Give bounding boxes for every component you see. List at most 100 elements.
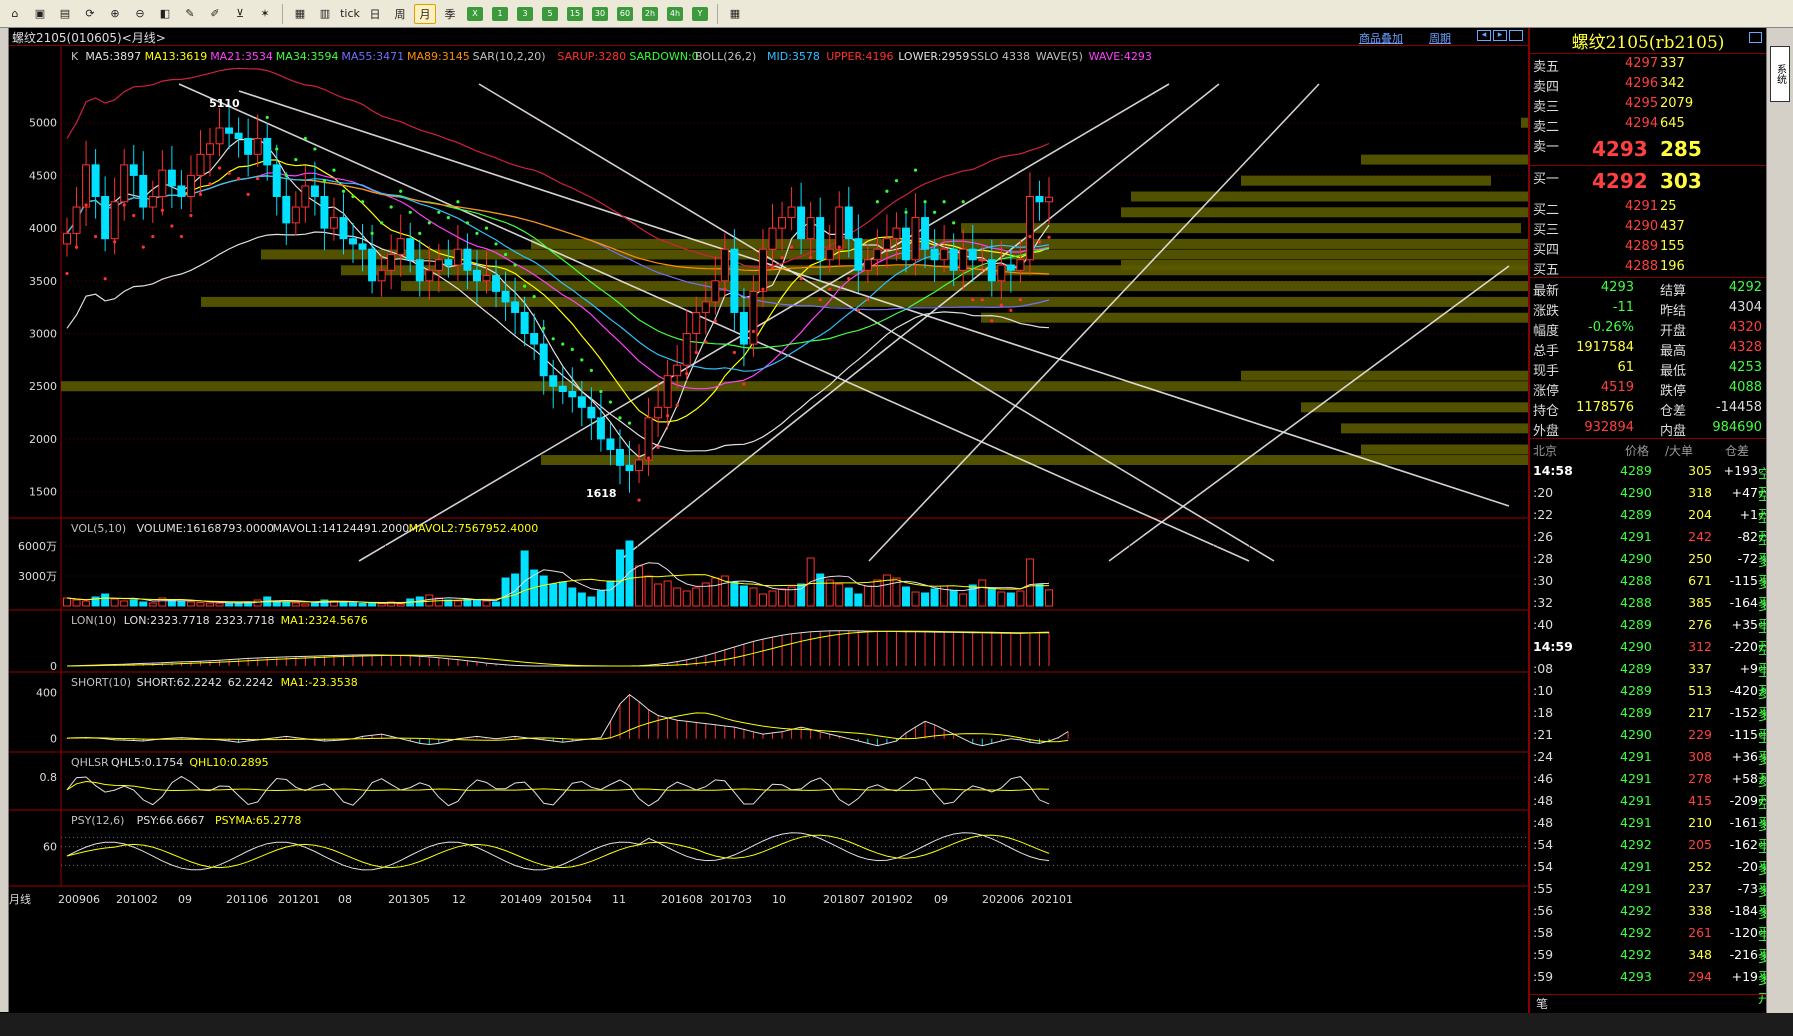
level-volume: 303: [1660, 169, 1702, 193]
candle-body: [768, 227, 777, 250]
candle-body: [148, 195, 157, 208]
tick-list[interactable]: 14:58 4289 305 +193 空开:20 4290 318 +47 空开:22 4289…: [1530, 459, 1771, 1006]
volume-bar: [844, 587, 853, 607]
tick-volume: 229: [1688, 727, 1712, 742]
period-button-6[interactable]: 季: [439, 4, 461, 24]
stat-value: 1917584: [1576, 340, 1634, 355]
sar-dot: [1009, 308, 1013, 312]
period-button-1[interactable]: ▥: [314, 4, 336, 24]
chart-svg[interactable]: 5000450040003500300025002000150051101618…: [9, 46, 1528, 1013]
period-button-15[interactable]: 4h: [664, 4, 686, 24]
level-price: 4289: [1625, 239, 1659, 254]
home-icon[interactable]: ⌂: [4, 4, 26, 24]
gann-line: [1108, 265, 1510, 562]
tick-oi-change: +19: [1731, 969, 1758, 984]
volume-bar: [82, 600, 91, 607]
panel-bottom-tab[interactable]: 笔: [1530, 994, 1766, 1013]
period-button-2[interactable]: tick: [339, 4, 361, 24]
sar-dot: [751, 329, 756, 334]
sar-dot: [74, 245, 79, 249]
period-label: Y: [692, 6, 708, 21]
sar-dot: [923, 200, 927, 204]
stat-label: 最新: [1533, 284, 1560, 299]
x-axis-label: 201106: [226, 893, 268, 906]
candle-body: [158, 169, 167, 197]
zoom-out-icon[interactable]: ⊖: [129, 4, 151, 24]
calculator-icon[interactable]: ▦: [724, 4, 746, 24]
period-button-8[interactable]: 1: [489, 4, 511, 24]
period-button-13[interactable]: 60: [614, 4, 636, 24]
arrow-right-icon[interactable]: ▸: [1493, 30, 1507, 41]
volume-profile-bar: [1301, 402, 1528, 413]
sar-dot: [208, 182, 212, 186]
bid-level[interactable]: 买四 4289 155: [1530, 237, 1766, 258]
ask-level[interactable]: 卖四 4296 342: [1530, 74, 1766, 95]
volume-bar: [873, 579, 882, 607]
bid-level[interactable]: 买三 4290 437: [1530, 217, 1766, 238]
bid-level[interactable]: 买二 4291 25: [1530, 197, 1766, 218]
period-button-5[interactable]: 月: [414, 3, 436, 24]
tick-row: :26 4291 242 -82 空平: [1530, 525, 1771, 566]
candle-body: [1025, 195, 1034, 261]
sar-dot: [141, 245, 145, 249]
window-icon[interactable]: ◧: [154, 4, 176, 24]
period-button-12[interactable]: 30: [589, 4, 611, 24]
volume-bar: [482, 600, 491, 607]
system-button[interactable]: 系统: [1770, 46, 1790, 102]
tick-list-header: 北京 价格 /大单 仓差 性质: [1530, 439, 1766, 459]
vol-legend-item: VOL(5,10): [71, 522, 126, 535]
overlay-link[interactable]: 商品叠加: [1359, 30, 1403, 46]
best-ask[interactable]: 卖一 4293 285: [1530, 134, 1766, 165]
sar-dot: [799, 277, 803, 281]
candle-body: [625, 464, 634, 472]
tick-oi-change: -161: [1729, 815, 1758, 830]
volume-bar: [215, 602, 224, 607]
period-button-9[interactable]: 3: [514, 4, 536, 24]
period-link[interactable]: 周期: [1429, 30, 1451, 46]
tick-row: :59 4292 348 -216 多平: [1530, 943, 1771, 984]
sar-dot: [284, 173, 288, 178]
period-button-11[interactable]: 15: [564, 4, 586, 24]
refresh-icon[interactable]: ⟳: [79, 4, 101, 24]
ask-level[interactable]: 卖五 4297 337: [1530, 54, 1766, 75]
volume-profile-bar: [1121, 207, 1528, 218]
chart-area[interactable]: 螺纹2105(010605)<月线> 商品叠加 周期 ◂ ▸ 5000 4500 4…: [9, 28, 1528, 1013]
x-axis-label: 201409: [500, 893, 542, 906]
period-button-3[interactable]: 日: [364, 4, 386, 24]
period-button-4[interactable]: 周: [389, 4, 411, 24]
best-bid[interactable]: 买一 4292 303: [1530, 166, 1766, 197]
zoom-in-icon[interactable]: ⊕: [104, 4, 126, 24]
filter-icon[interactable]: ⊻: [229, 4, 251, 24]
brush-icon[interactable]: ✐: [204, 4, 226, 24]
pen-icon[interactable]: ✎: [179, 4, 201, 24]
tick-price: 4290: [1620, 727, 1652, 742]
layout-icon[interactable]: [1509, 30, 1523, 41]
ask-level[interactable]: 卖二 4294 645: [1530, 114, 1766, 135]
folder-icon[interactable]: ▣: [29, 4, 51, 24]
panel-toggle-icon[interactable]: [1749, 32, 1762, 43]
period-button-16[interactable]: Y: [689, 4, 711, 24]
sar-dot: [265, 115, 269, 120]
candle-body: [206, 143, 215, 155]
tick-header-price: 价格: [1625, 444, 1650, 458]
sar-dot: [246, 192, 250, 196]
tick-price: 4292: [1620, 837, 1652, 852]
tick-row: :32 4288 385 -164 多平: [1530, 591, 1771, 632]
sar-dot: [961, 200, 965, 204]
tick-header-loc: 北京: [1533, 444, 1558, 458]
news-icon[interactable]: ▤: [54, 4, 76, 24]
star-icon[interactable]: ✶: [254, 4, 276, 24]
candle-body: [196, 153, 205, 176]
period-button-14[interactable]: 2h: [639, 4, 661, 24]
sar-dot: [313, 147, 317, 151]
period-button-0[interactable]: ▦: [289, 4, 311, 24]
candle-body: [692, 311, 701, 335]
bid-level[interactable]: 买五 4288 196: [1530, 257, 1766, 278]
period-button-7[interactable]: X: [464, 4, 486, 24]
period-button-10[interactable]: 5: [539, 4, 561, 24]
ask-level[interactable]: 卖三 4295 2079: [1530, 94, 1766, 115]
arrow-left-icon[interactable]: ◂: [1477, 30, 1491, 41]
psyma-line: [66, 834, 1050, 869]
os-taskbar: [0, 1013, 1793, 1036]
tick-volume: 338: [1688, 903, 1712, 918]
